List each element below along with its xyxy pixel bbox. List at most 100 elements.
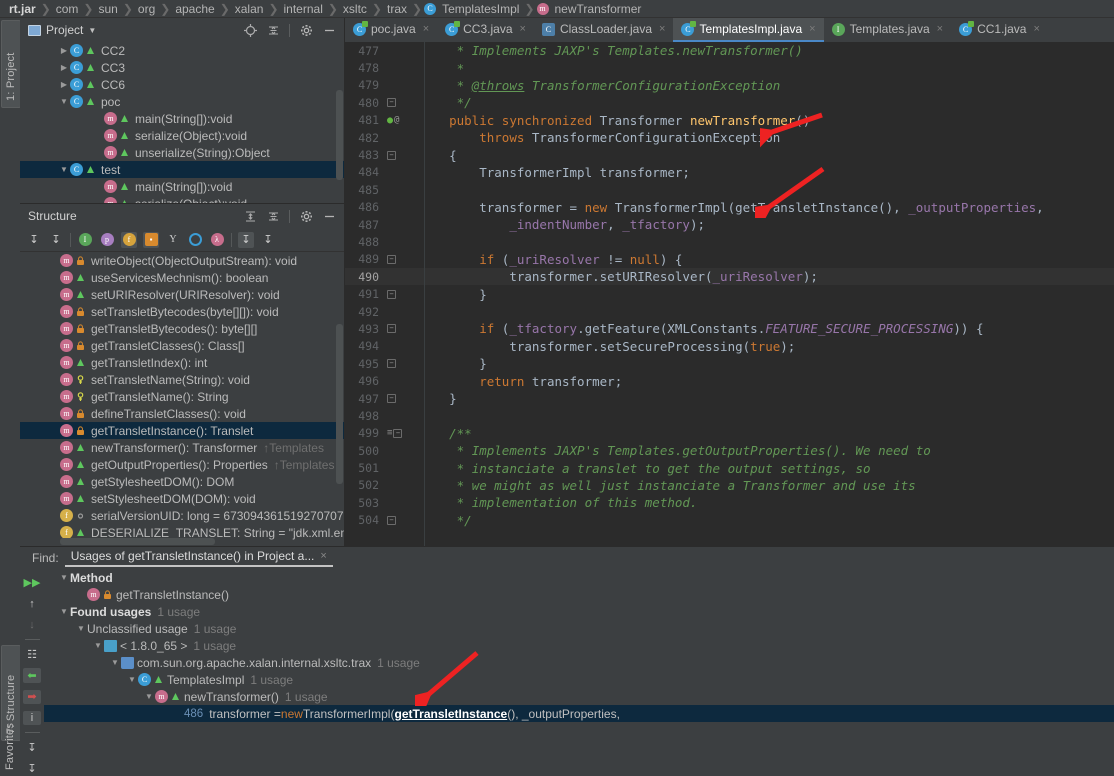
code-line[interactable]: 491− } <box>345 285 1114 302</box>
structure-list[interactable]: m writeObject(ObjectOutputStream): void m u… <box>20 252 344 570</box>
code-line[interactable]: 497− } <box>345 390 1114 407</box>
breadcrumb-item[interactable]: trax <box>384 2 410 16</box>
code-line[interactable]: 494 transformer.setSecureProcessing(true… <box>345 338 1114 355</box>
tree-item[interactable]: ▼ Ctest <box>20 161 344 178</box>
minimize-icon[interactable] <box>322 23 336 37</box>
gutter-markers[interactable]: ● @ <box>385 115 415 126</box>
close-icon[interactable]: × <box>520 23 526 35</box>
collapse-all-icon[interactable] <box>266 209 280 223</box>
code-line[interactable]: 484 TransformerImpl transformer; <box>345 164 1114 181</box>
breadcrumb-item[interactable]: apache <box>172 2 217 16</box>
javadoc-icon[interactable]: ≡ <box>387 428 392 438</box>
sort-alphabetically-icon[interactable]: ↧ <box>48 232 64 248</box>
fold-icon[interactable]: − <box>387 98 396 108</box>
tool-window-tab-favorites[interactable]: Favorites <box>1 722 19 776</box>
tree-item[interactable]: m main(String[]):void <box>20 110 344 127</box>
project-scrollbar[interactable] <box>336 90 343 180</box>
collapse-arrow-icon[interactable]: ▼ <box>126 675 138 684</box>
close-icon[interactable]: × <box>423 23 429 35</box>
structure-toolbar[interactable]: ↧ ↧ Ipf ▪ YOλ ↧ ↧ <box>20 228 344 252</box>
fold-icon[interactable]: − <box>393 428 403 438</box>
code-line[interactable]: 483− { <box>345 146 1114 163</box>
show-info-icon[interactable]: i <box>23 711 41 726</box>
structure-item[interactable]: f serialVersionUID: long = 67309436151927… <box>20 507 344 524</box>
structure-hscrollbar[interactable] <box>60 538 215 545</box>
code-line[interactable]: 481 ● @ public synchronized Transformer ne… <box>345 112 1114 129</box>
collapse-all-icon[interactable] <box>266 23 280 37</box>
implementing-method-icon[interactable]: ● <box>387 115 393 126</box>
locate-icon[interactable] <box>243 23 257 37</box>
gutter-markers[interactable]: − <box>385 515 415 525</box>
find-result-row[interactable]: ▼ m newTransformer() 1 usage <box>44 688 1114 705</box>
find-result-code-row[interactable]: 486 transformer = new TransformerImpl(get… <box>44 705 1114 722</box>
export-to-right-icon[interactable]: ➡ <box>23 689 41 705</box>
structure-item[interactable]: m setTransletBytecodes(byte[][]): void <box>20 303 344 320</box>
find-result-row[interactable]: ▼ < 1.8.0_65 > 1 usage <box>44 637 1114 654</box>
gutter-markers[interactable]: − <box>385 98 415 108</box>
code-line[interactable]: 492 <box>345 303 1114 320</box>
gear-icon[interactable] <box>299 23 313 37</box>
breadcrumb-item[interactable]: xalan <box>232 2 267 16</box>
tree-item[interactable]: m serialize(Object):void <box>20 127 344 144</box>
find-result-row[interactable]: ▼ Unclassified usage 1 usage <box>44 620 1114 637</box>
editor-tab[interactable]: C CC3.java × <box>437 18 534 42</box>
show-anonymous-icon[interactable]: O <box>187 232 203 248</box>
code-line[interactable]: 499 ≡ − /** <box>345 425 1114 442</box>
editor-tab[interactable]: C TemplatesImpl.java × <box>673 18 824 42</box>
collapse-arrow-icon[interactable]: ▼ <box>75 624 87 633</box>
structure-item[interactable]: m writeObject(ObjectOutputStream): void <box>20 252 344 269</box>
gutter-markers[interactable]: − <box>385 359 415 369</box>
breadcrumb-item[interactable]: xsltc <box>340 2 370 16</box>
tree-item[interactable]: ▶ C CC6 <box>20 76 344 93</box>
find-result-row[interactable]: ▼ Found usages 1 usage <box>44 603 1114 620</box>
find-result-row[interactable]: ▼ C TemplatesImpl 1 usage <box>44 671 1114 688</box>
editor-tab[interactable]: I Templates.java × <box>824 18 951 42</box>
code-line[interactable]: 480− */ <box>345 94 1114 111</box>
collapse-arrow-icon[interactable]: ▼ <box>58 165 70 174</box>
structure-item[interactable]: m getTransletName(): String <box>20 388 344 405</box>
find-toolbar[interactable]: ▶▶ ↑ ↓ ☷ ⬅ ➡ i ↧ ↧ <box>20 569 44 776</box>
gutter-markers[interactable]: − <box>385 254 415 264</box>
structure-item[interactable]: m getStylesheetDOM(): DOM <box>20 473 344 490</box>
tree-item[interactable]: m main(String[]):void <box>20 178 344 195</box>
collapse-all-icon[interactable]: ↧ <box>23 762 41 776</box>
code-line[interactable]: 501 * instanciate a translet to get the … <box>345 459 1114 476</box>
export-to-left-icon[interactable]: ⬅ <box>23 668 41 683</box>
tree-item[interactable]: ▼ Cpoc <box>20 93 344 110</box>
tree-item[interactable]: m unserialize(String):Object <box>20 144 344 161</box>
tree-item[interactable]: ▶ C CC2 <box>20 42 344 59</box>
close-icon[interactable]: × <box>937 23 943 35</box>
tool-window-tab-project[interactable]: 1: Project <box>1 20 21 108</box>
find-result-row[interactable]: m getTransletInstance() <box>44 586 1114 603</box>
structure-item[interactable]: m getOutputProperties(): Properties ↑Templ… <box>20 456 344 473</box>
structure-item[interactable]: m setTransletName(String): void <box>20 371 344 388</box>
find-results-tree[interactable]: ▼ Method m getTransletInstance() ▼ Found usag… <box>44 569 1114 776</box>
fold-icon[interactable]: − <box>387 515 396 525</box>
editor-tab[interactable]: C ClassLoader.java × <box>534 18 674 42</box>
gutter-markers[interactable]: − <box>385 324 415 334</box>
fold-icon[interactable]: − <box>387 150 396 160</box>
code-line[interactable]: 478 * <box>345 59 1114 76</box>
breadcrumb-item[interactable]: rt.jar <box>6 2 39 16</box>
close-icon[interactable]: × <box>659 23 665 35</box>
breadcrumb-item[interactable]: C TemplatesImpl <box>424 2 522 16</box>
structure-item[interactable]: m getTransletInstance(): Translet <box>20 422 344 439</box>
group-methods-icon[interactable]: Y <box>165 232 181 248</box>
find-result-row[interactable]: ▼ Method <box>44 569 1114 586</box>
structure-item[interactable]: m getTransletClasses(): Class[] <box>20 337 344 354</box>
code-line[interactable]: 489− if (_uriResolver != null) { <box>345 251 1114 268</box>
structure-item[interactable]: m setURIResolver(URIResolver): void <box>20 286 344 303</box>
structure-item[interactable]: m getTransletBytecodes(): byte[][] <box>20 320 344 337</box>
expand-arrow-icon[interactable]: ▶ <box>58 46 70 55</box>
editor-tab-bar[interactable]: Cpoc.java × C CC3.java × C ClassLoader.java × C T… <box>345 18 1114 42</box>
rerun-search-icon[interactable]: ▶▶ <box>23 575 41 589</box>
structure-item[interactable]: m newTransformer(): Transformer ↑Templates <box>20 439 344 456</box>
show-inherited-icon[interactable]: I <box>77 232 93 248</box>
code-line[interactable]: 479 * @throws TransformerConfigurationEx… <box>345 77 1114 94</box>
project-panel-title[interactable]: Project ▼ <box>28 23 243 37</box>
previous-occurrence-icon[interactable]: ↑ <box>23 596 41 610</box>
structure-item[interactable]: m getTransletIndex(): int <box>20 354 344 371</box>
breadcrumb-item[interactable]: sun <box>95 2 120 16</box>
code-line[interactable]: 482 throws TransformerConfigurationExcep… <box>345 129 1114 146</box>
breadcrumb-item[interactable]: com <box>53 2 82 16</box>
